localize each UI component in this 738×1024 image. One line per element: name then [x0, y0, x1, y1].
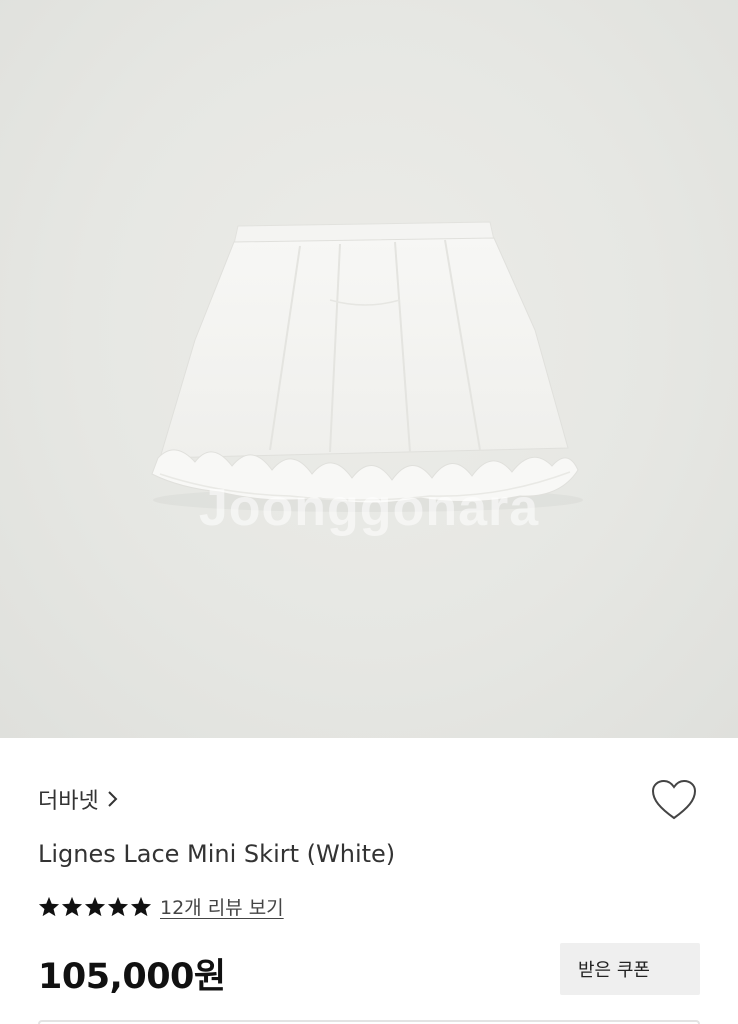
coupon-button[interactable]: 받은 쿠폰	[560, 943, 700, 995]
rating-row: 12개 리뷰 보기	[38, 893, 284, 920]
star-icon	[61, 896, 83, 917]
product-info-panel: 더바넷 Lignes Lace Mini Skirt (White) 12개 리…	[0, 738, 738, 1024]
chevron-right-icon	[108, 791, 118, 807]
review-link[interactable]: 12개 리뷰 보기	[160, 893, 284, 920]
star-icon	[38, 896, 60, 917]
brand-link[interactable]: 더바넷	[38, 783, 119, 815]
product-image[interactable]: Joonggonara	[0, 0, 738, 738]
star-icon	[84, 896, 106, 917]
heart-outline-icon[interactable]	[650, 778, 698, 822]
star-icon	[130, 896, 152, 917]
product-title: Lignes Lace Mini Skirt (White)	[38, 840, 396, 868]
skirt-illustration	[151, 221, 583, 512]
star-rating	[38, 896, 152, 917]
watermark-text: Joonggonara	[198, 479, 540, 537]
next-section-edge	[38, 1020, 700, 1024]
product-price: 105,000원	[38, 957, 226, 997]
star-icon	[107, 896, 129, 917]
brand-name: 더바넷	[38, 789, 99, 814]
